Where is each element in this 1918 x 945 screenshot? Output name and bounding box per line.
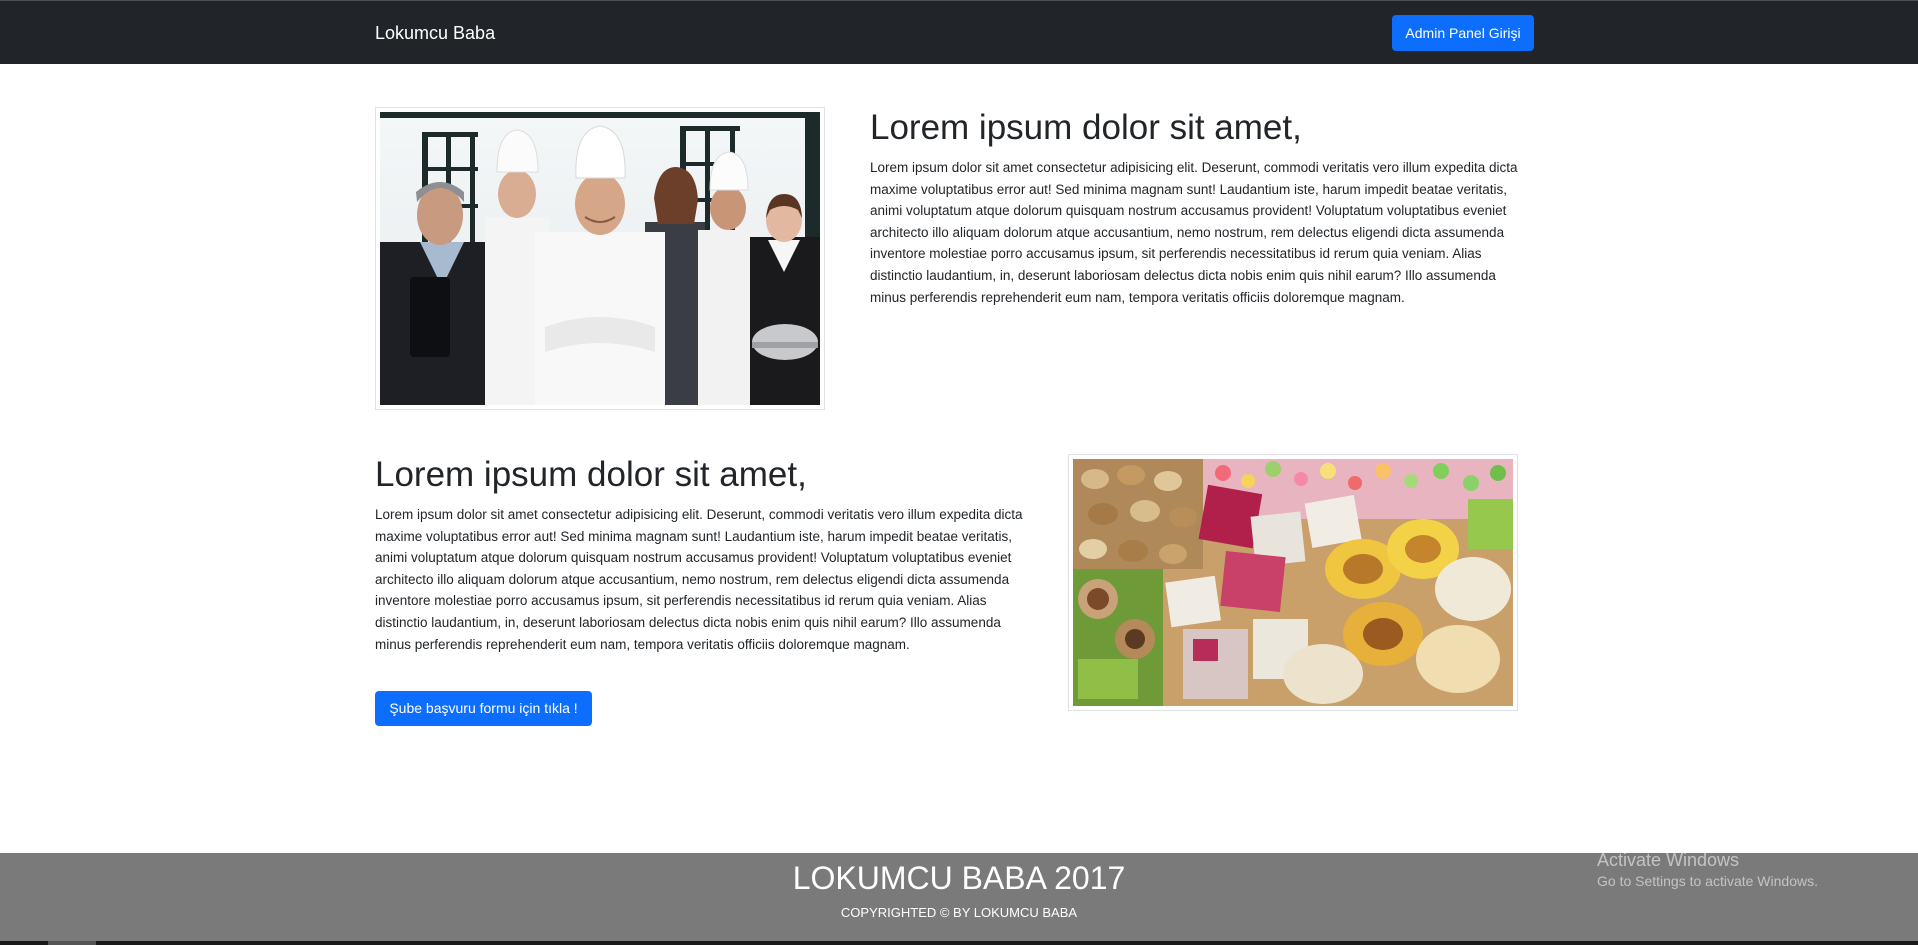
staff-photo-icon bbox=[380, 112, 820, 405]
section-2-title: Lorem ipsum dolor sit amet, bbox=[375, 455, 807, 494]
activate-windows-title: Activate Windows bbox=[1597, 850, 1740, 870]
section-2-text: Lorem ipsum dolor sit amet consectetur a… bbox=[375, 507, 1023, 652]
footer-copyright: COPYRIGHTED © BY LOKUMCU BABA bbox=[840, 905, 1078, 920]
branch-application-button[interactable]: Şube başvuru formu için tıkla ! bbox=[375, 691, 592, 726]
activate-windows-watermark: Activate Windows Go to Settings to activ… bbox=[1597, 848, 1818, 891]
section-1-text: Lorem ipsum dolor sit amet consectetur a… bbox=[870, 160, 1518, 305]
bottom-strip-mark bbox=[48, 941, 96, 945]
turkish-delight-photo-icon bbox=[1073, 459, 1513, 706]
top-navbar: Lokumcu Baba Admin Panel Girişi bbox=[0, 0, 1918, 64]
staff-photo bbox=[375, 107, 825, 410]
turkish-delight-photo bbox=[1068, 454, 1518, 711]
section-1-title: Lorem ipsum dolor sit amet, bbox=[870, 108, 1302, 147]
activate-windows-subtitle: Go to Settings to activate Windows. bbox=[1597, 873, 1818, 889]
bottom-strip bbox=[0, 941, 1918, 945]
admin-panel-button[interactable]: Admin Panel Girişi bbox=[1392, 15, 1534, 51]
brand-link[interactable]: Lokumcu Baba bbox=[375, 21, 495, 45]
